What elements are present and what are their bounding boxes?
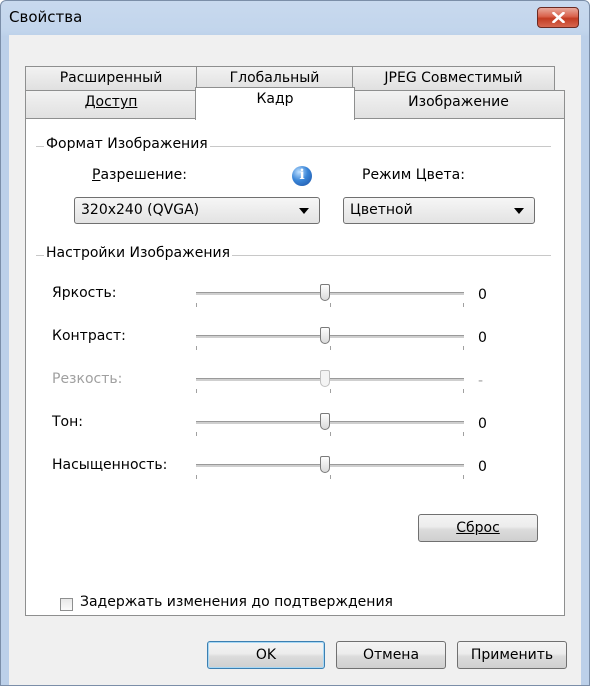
properties-window: Свойства Расширенный Глобальный JPEG Сов… bbox=[0, 0, 590, 686]
slider-track bbox=[196, 464, 464, 467]
info-icon[interactable]: i bbox=[292, 166, 312, 186]
slider-tick bbox=[330, 475, 331, 479]
slider-track bbox=[196, 378, 464, 381]
resolution-label: Разрешение: bbox=[92, 167, 187, 183]
tab-advanced[interactable]: Расширенный bbox=[25, 66, 197, 90]
slider[interactable] bbox=[196, 281, 464, 311]
slider bbox=[196, 367, 464, 397]
reset-button[interactable]: Сброс bbox=[418, 514, 538, 542]
resolution-select[interactable]: 320x240 (QVGA) bbox=[74, 197, 320, 224]
slider-tick bbox=[196, 303, 197, 307]
slider-tick bbox=[196, 389, 197, 393]
tab-image[interactable]: Изображение bbox=[352, 90, 565, 119]
cancel-label: Отмена bbox=[362, 647, 420, 663]
tab-frame[interactable]: Кадр bbox=[195, 87, 355, 120]
tab-panel-frame: Формат Изображения Разрешение: i Режим Ц… bbox=[25, 118, 565, 616]
slider-tick bbox=[463, 432, 464, 436]
tab-label: JPEG Совместимый bbox=[384, 70, 523, 86]
tab-access[interactable]: Доступ bbox=[25, 90, 197, 119]
slider-tick bbox=[463, 475, 464, 479]
slider-label: Яркость: bbox=[52, 285, 117, 301]
slider-value: 0 bbox=[478, 287, 487, 303]
tab-label: Глобальный bbox=[229, 70, 320, 86]
slider-tick bbox=[196, 475, 197, 479]
slider-value: - bbox=[478, 373, 484, 389]
slider-tick bbox=[330, 303, 331, 307]
hold-changes-label[interactable]: Задержать изменения до подтверждения bbox=[80, 594, 393, 610]
color-mode-label: Режим Цвета: bbox=[362, 167, 465, 183]
color-mode-value: Цветной bbox=[350, 202, 413, 218]
slider-tick bbox=[330, 346, 331, 350]
close-icon bbox=[552, 12, 565, 23]
slider-thumb[interactable] bbox=[320, 413, 330, 430]
slider-tick bbox=[196, 346, 197, 350]
color-mode-select[interactable]: Цветной bbox=[343, 197, 535, 224]
slider-track bbox=[196, 335, 464, 338]
slider-label: Резкость: bbox=[52, 371, 123, 387]
chevron-down-icon bbox=[299, 208, 309, 214]
slider-thumb[interactable] bbox=[320, 284, 330, 301]
ok-label: OK bbox=[255, 647, 277, 663]
tab-label: Расширенный bbox=[59, 70, 163, 86]
format-group-title: Формат Изображения bbox=[44, 136, 210, 152]
title-bar[interactable]: Свойства bbox=[1, 1, 589, 35]
close-button[interactable] bbox=[537, 7, 579, 28]
slider-thumb[interactable] bbox=[320, 456, 330, 473]
dialog-client-area: Расширенный Глобальный JPEG Совместимый … bbox=[9, 35, 581, 685]
slider[interactable] bbox=[196, 453, 464, 483]
tab-label: Кадр bbox=[256, 91, 294, 107]
tab-jpeg-compatible[interactable]: JPEG Совместимый bbox=[352, 66, 555, 90]
resolution-label-text: азрешение: bbox=[100, 167, 187, 183]
slider-thumb bbox=[320, 370, 330, 387]
slider-thumb[interactable] bbox=[320, 327, 330, 344]
slider-label: Насыщенность: bbox=[52, 457, 168, 473]
slider-tick bbox=[330, 389, 331, 393]
cancel-button[interactable]: Отмена bbox=[336, 641, 446, 669]
hold-changes-checkbox[interactable] bbox=[60, 598, 73, 611]
tab-label: Изображение bbox=[408, 94, 509, 110]
slider-track bbox=[196, 421, 464, 424]
window-title: Свойства bbox=[9, 8, 83, 26]
resolution-value: 320x240 (QVGA) bbox=[81, 202, 200, 218]
slider[interactable] bbox=[196, 324, 464, 354]
slider-value: 0 bbox=[478, 416, 487, 432]
slider-tick bbox=[330, 432, 331, 436]
slider-track bbox=[196, 292, 464, 295]
apply-label: Применить bbox=[470, 647, 554, 663]
slider-label: Тон: bbox=[52, 414, 83, 430]
ok-button[interactable]: OK bbox=[207, 641, 325, 669]
apply-button[interactable]: Применить bbox=[457, 641, 567, 669]
slider-value: 0 bbox=[478, 459, 487, 475]
chevron-down-icon bbox=[514, 208, 524, 214]
slider[interactable] bbox=[196, 410, 464, 440]
slider-label: Контраст: bbox=[52, 328, 126, 344]
tab-label: Доступ bbox=[84, 94, 138, 110]
slider-tick bbox=[196, 432, 197, 436]
reset-label: Сброс bbox=[456, 520, 500, 536]
slider-tick bbox=[463, 389, 464, 393]
slider-tick bbox=[463, 346, 464, 350]
slider-value: 0 bbox=[478, 330, 487, 346]
slider-tick bbox=[463, 303, 464, 307]
settings-group-title: Настройки Изображения bbox=[44, 245, 232, 261]
